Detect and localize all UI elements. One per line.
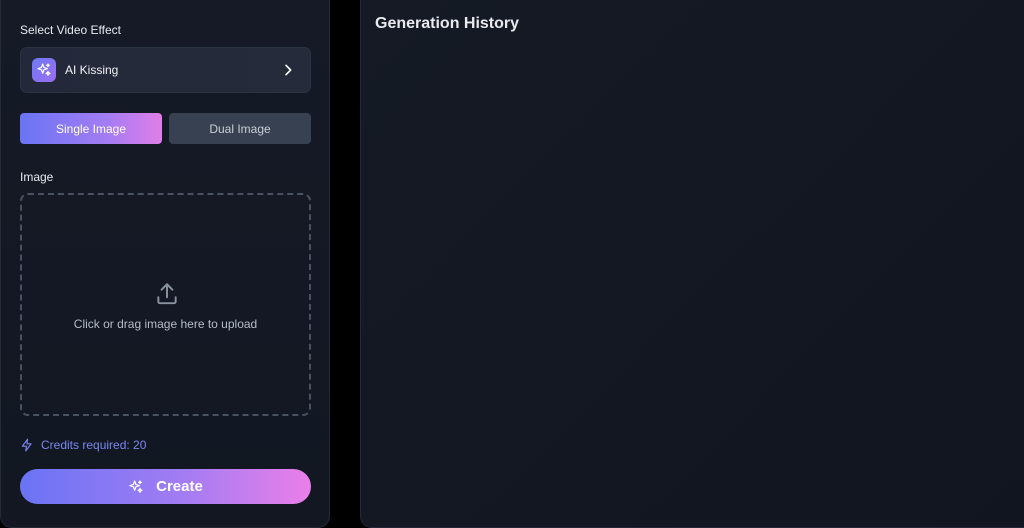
- single-image-tab[interactable]: Single Image: [20, 113, 162, 144]
- sparkles-icon: [32, 58, 56, 82]
- lightning-icon: [21, 438, 32, 452]
- image-label: Image: [20, 170, 54, 184]
- select-effect-label: Select Video Effect: [20, 23, 121, 37]
- upload-instructions: Click or drag image here to upload: [73, 317, 258, 331]
- upload-icon: [157, 283, 177, 305]
- generation-history-title: Generation History: [375, 15, 520, 32]
- generation-history-panel: Generation History: [360, 0, 1024, 528]
- image-upload-dropzone[interactable]: Click or drag image here to upload: [20, 193, 311, 416]
- effect-selector-button[interactable]: AI Kissing: [20, 47, 311, 93]
- effect-settings-panel: Select Video Effect AI Kissing Single Im…: [0, 0, 330, 528]
- chevron-right-icon: [285, 64, 292, 76]
- create-button-label: Create: [156, 478, 203, 495]
- effect-name: AI Kissing: [65, 63, 119, 77]
- credits-required: Credits required: 20: [20, 438, 146, 452]
- dual-image-tab[interactable]: Dual Image: [169, 113, 311, 144]
- credits-text: Credits required: 20: [41, 438, 147, 452]
- sparkles-icon: [129, 479, 143, 493]
- create-button[interactable]: Create: [20, 469, 311, 504]
